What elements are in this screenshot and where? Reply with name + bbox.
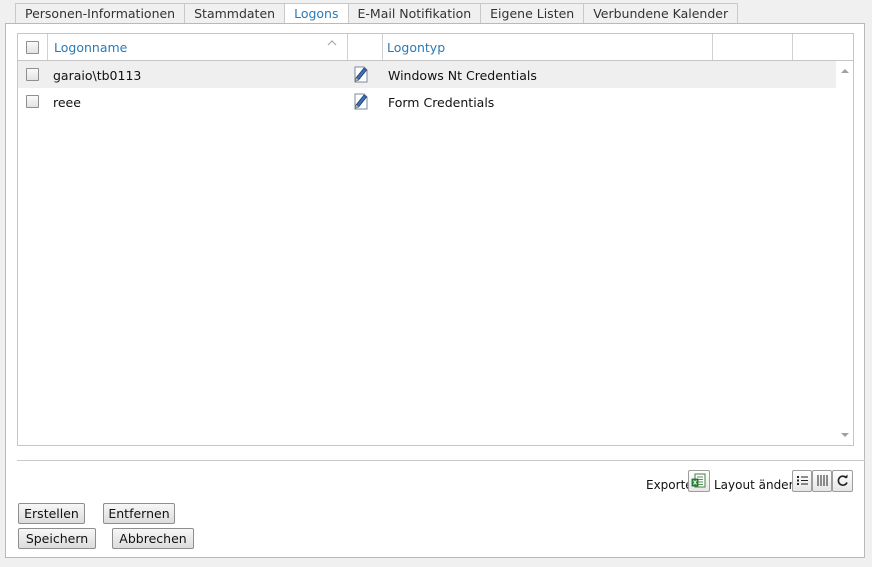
tab-strip: Personen-Informationen Stammdaten Logons…	[15, 3, 739, 25]
cell-logontyp: Windows Nt Credentials	[388, 68, 537, 83]
cell-logonname: garaio\tb0113	[53, 68, 142, 83]
select-all-checkbox[interactable]	[26, 41, 39, 54]
logons-grid: Logonname Logontyp garaio\tb0113 Windows…	[17, 33, 854, 446]
sort-ascending-icon	[327, 38, 337, 51]
tab-eigene-listen[interactable]: Eigene Listen	[480, 3, 584, 24]
grid-rows: garaio\tb0113 Windows Nt Credentials ree…	[18, 61, 836, 115]
cancel-button[interactable]: Abbrechen	[112, 528, 194, 549]
header-extra-column-2	[793, 34, 853, 60]
tab-email-notifikation[interactable]: E-Mail Notifikation	[347, 3, 481, 24]
header-logontyp-label: Logontyp	[387, 40, 446, 55]
header-logonname[interactable]: Logonname	[48, 34, 348, 60]
create-button[interactable]: Erstellen	[18, 503, 85, 524]
tab-verbundene-kalender[interactable]: Verbundene Kalender	[583, 3, 739, 24]
vertical-scrollbar[interactable]	[838, 61, 853, 445]
grid-header: Logonname Logontyp	[18, 34, 853, 61]
export-label: Exporte	[646, 478, 693, 492]
header-logontyp[interactable]: Logontyp	[383, 34, 713, 60]
header-extra-column-1	[713, 34, 793, 60]
edit-pencil-icon[interactable]	[352, 92, 370, 110]
edit-pencil-icon[interactable]	[352, 65, 370, 83]
save-button[interactable]: Speichern	[18, 528, 96, 549]
table-row[interactable]: garaio\tb0113 Windows Nt Credentials	[18, 61, 836, 88]
row-checkbox[interactable]	[26, 95, 39, 108]
layout-list-button[interactable]	[792, 470, 812, 492]
header-edit-column	[348, 34, 383, 60]
cell-logontyp: Form Credentials	[388, 95, 495, 110]
header-logonname-label: Logonname	[54, 40, 128, 55]
refresh-icon	[837, 474, 848, 486]
columns-view-icon	[817, 475, 828, 486]
excel-export-icon	[691, 473, 706, 488]
tab-personen-informationen[interactable]: Personen-Informationen	[15, 3, 185, 24]
tab-logons[interactable]: Logons	[284, 3, 348, 25]
layout-label: Layout ändern	[714, 478, 801, 492]
table-row[interactable]: reee Form Credentials	[18, 88, 836, 115]
export-button[interactable]	[688, 470, 710, 492]
layout-columns-button[interactable]	[812, 470, 832, 492]
remove-button[interactable]: Entfernen	[103, 503, 175, 524]
header-select-cell	[18, 34, 48, 60]
scroll-up-icon[interactable]	[841, 69, 849, 73]
layout-refresh-button[interactable]	[832, 470, 853, 492]
tab-stammdaten[interactable]: Stammdaten	[184, 3, 285, 24]
divider	[17, 460, 865, 461]
row-checkbox[interactable]	[26, 68, 39, 81]
scroll-down-icon[interactable]	[841, 433, 849, 437]
logons-panel: Logonname Logontyp garaio\tb0113 Windows…	[5, 23, 865, 558]
list-view-icon	[797, 476, 808, 485]
cell-logonname: reee	[53, 95, 81, 110]
